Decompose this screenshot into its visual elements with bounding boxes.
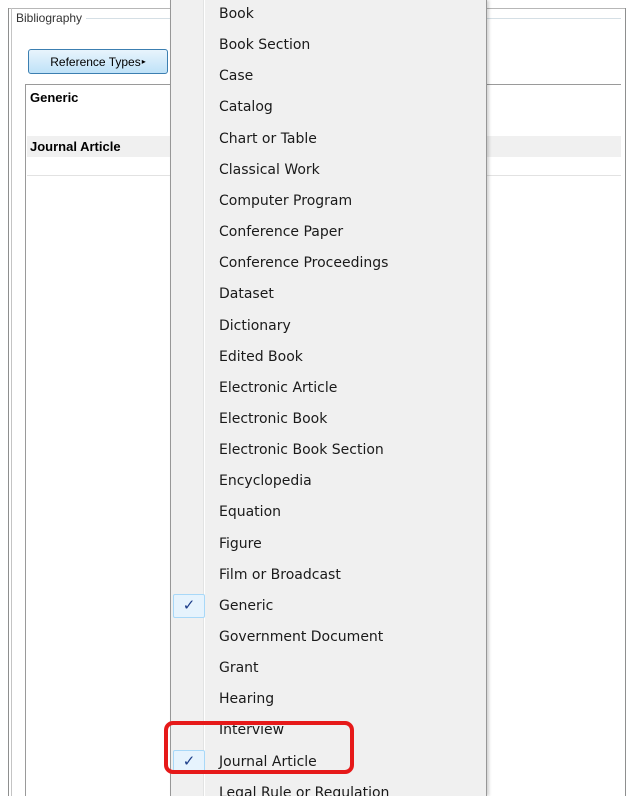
menu-item-label: Grant: [219, 660, 259, 677]
menu-item-journal-article[interactable]: ✓ Journal Article: [173, 747, 484, 778]
menu-item-label: Encyclopedia: [219, 473, 312, 490]
menu-item-label: Journal Article: [219, 753, 317, 770]
menu-item-label: Hearing: [219, 691, 275, 708]
menu-item-label: Conference Proceedings: [219, 255, 389, 272]
menu-item-conference-paper[interactable]: Conference Paper: [173, 217, 484, 248]
submenu-arrow-icon: ▸: [141, 57, 146, 66]
menu-item-label: Interview: [219, 722, 285, 739]
menu-item-book[interactable]: Book: [173, 0, 484, 30]
menu-item-label: Generic: [219, 597, 274, 614]
menu-item-label: Book: [219, 6, 254, 22]
menu-item-film-or-broadcast[interactable]: Film or Broadcast: [173, 560, 484, 591]
menu-item-label: Chart or Table: [219, 130, 317, 147]
menu-item-label: Book Section: [219, 37, 311, 54]
menu-item-label: Catalog: [219, 99, 273, 116]
menu-item-label: Case: [219, 68, 254, 85]
reference-types-label: Reference Types: [50, 54, 141, 69]
menu-item-label: Electronic Book: [219, 410, 328, 427]
bibliography-group-title: Bibliography: [16, 11, 83, 25]
menu-item-label: Film or Broadcast: [219, 566, 341, 583]
menu-item-label: Classical Work: [219, 161, 320, 178]
menu-item-edited-book[interactable]: Edited Book: [173, 342, 484, 373]
menu-item-electronic-book[interactable]: Electronic Book: [173, 404, 484, 435]
menu-item-generic[interactable]: ✓ Generic: [173, 591, 484, 622]
menu-item-computer-program[interactable]: Computer Program: [173, 186, 484, 217]
menu-item-label: Electronic Article: [219, 379, 338, 396]
menu-item-encyclopedia[interactable]: Encyclopedia: [173, 466, 484, 497]
menu-item-label: Legal Rule or Regulation: [219, 784, 390, 796]
menu-item-electronic-book-section[interactable]: Electronic Book Section: [173, 435, 484, 466]
menu-item-label: Government Document: [219, 629, 384, 645]
menu-item-interview[interactable]: Interview: [173, 715, 484, 746]
menu-item-label: Computer Program: [219, 192, 353, 209]
menu-item-label: Equation: [219, 504, 282, 521]
menu-item-dataset[interactable]: Dataset: [173, 279, 484, 310]
frame-left-border: [8, 8, 9, 796]
menu-item-grant[interactable]: Grant: [173, 653, 484, 684]
menu-item-label: Electronic Book Section: [219, 442, 384, 459]
menu-item-label: Edited Book: [219, 348, 303, 365]
menu-item-dictionary[interactable]: Dictionary: [173, 311, 484, 342]
menu-item-government-document[interactable]: Government Document: [173, 622, 484, 653]
menu-item-figure[interactable]: Figure: [173, 529, 484, 560]
menu-item-label: Dictionary: [219, 317, 291, 334]
group-divider: [86, 18, 174, 19]
group-divider-right: [486, 18, 621, 19]
menu-item-electronic-article[interactable]: Electronic Article: [173, 373, 484, 404]
reference-types-menu: Book Book Section Case Catalog Chart or Tabl…: [170, 0, 487, 796]
menu-item-chart-or-table[interactable]: Chart or Table: [173, 124, 484, 155]
menu-item-label: Figure: [219, 535, 262, 552]
menu-item-hearing[interactable]: Hearing: [173, 684, 484, 715]
checkmark-icon: ✓: [173, 593, 205, 618]
menu-item-book-section[interactable]: Book Section: [173, 30, 484, 61]
menu-item-conference-proceedings[interactable]: Conference Proceedings: [173, 248, 484, 279]
menu-item-case[interactable]: Case: [173, 61, 484, 92]
frame-left-inner-border: [11, 8, 12, 796]
menu-item-classical-work[interactable]: Classical Work: [173, 155, 484, 186]
menu-item-legal-rule-or-regulation[interactable]: Legal Rule or Regulation: [173, 778, 484, 796]
menu-item-equation[interactable]: Equation: [173, 497, 484, 528]
menu-item-catalog[interactable]: Catalog: [173, 92, 484, 123]
menu-item-label: Dataset: [219, 286, 274, 303]
menu-item-label: Conference Paper: [219, 224, 344, 241]
frame-right-border: [625, 8, 626, 796]
checkmark-icon: ✓: [173, 749, 205, 774]
reference-types-button[interactable]: Reference Types ▸: [28, 49, 168, 74]
